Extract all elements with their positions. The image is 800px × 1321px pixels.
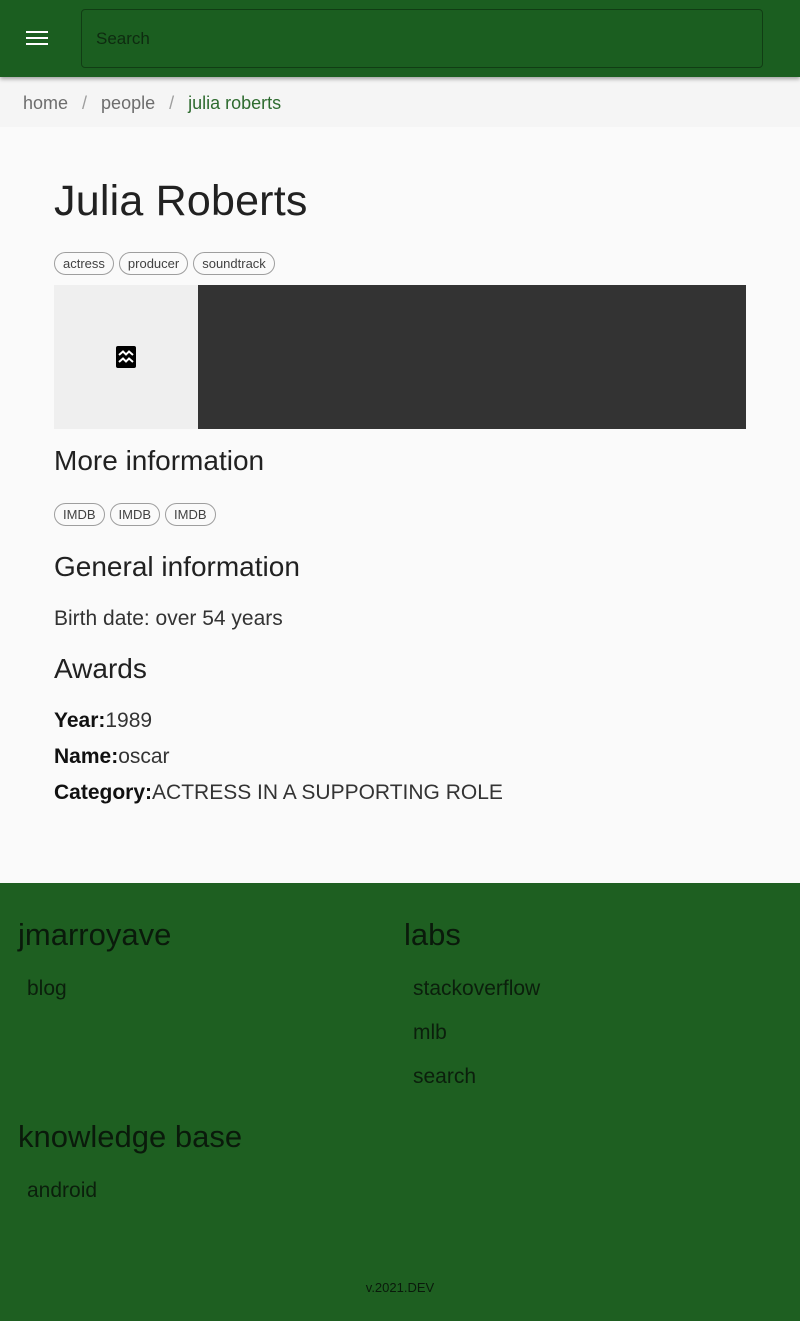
awards-heading: Awards [54,653,147,684]
page-title: Julia Roberts [54,177,308,225]
footer-heading-labs: labs [404,917,461,952]
breadcrumb-separator: / [169,93,175,113]
general-info-heading: General information [54,551,300,582]
award-year: Year:1989 [54,709,152,733]
broken-image-icon [116,346,136,368]
award-category-label: Category: [54,781,153,804]
award-category: Category:ACTRESS IN A SUPPORTING ROLE [54,781,503,805]
role-chips: actress producer soundtrack [54,252,275,275]
birth-date: Birth date: over 54 years [54,607,283,630]
footer-heading-jmarroyave: jmarroyave [18,917,172,952]
award-name: Name:oscar [54,745,170,769]
award-year-label: Year: [54,709,106,732]
breadcrumb: home / people / julia roberts [23,93,281,114]
breadcrumb-home[interactable]: home [23,93,68,114]
imdb-link[interactable]: IMDB [109,503,160,526]
award-category-value: ACTRESS IN A SUPPORTING ROLE [152,781,503,804]
breadcrumb-current: julia roberts [188,93,282,113]
search-input[interactable] [82,10,762,67]
top-app-bar [0,0,800,77]
search-field[interactable] [81,9,763,68]
footer-link-android[interactable]: android [27,1179,97,1203]
breadcrumb-people[interactable]: people [101,93,155,114]
footer-heading-knowledge-base: knowledge base [18,1119,243,1154]
chip-actress[interactable]: actress [54,252,114,275]
award-name-label: Name: [54,745,119,768]
chip-producer[interactable]: producer [118,252,189,275]
breadcrumb-separator: / [82,93,88,113]
media-banner [54,285,746,429]
imdb-link[interactable]: IMDB [165,503,216,526]
footer-link-stackoverflow[interactable]: stackoverflow [413,977,540,1001]
chip-soundtrack[interactable]: soundtrack [193,252,275,275]
footer-link-blog[interactable]: blog [27,977,67,1001]
person-photo [54,285,198,429]
award-name-value: oscar [118,745,170,768]
footer-link-mlb[interactable]: mlb [413,1021,447,1045]
external-links: IMDB IMDB IMDB [54,503,216,526]
version-label: v.2021.DEV [365,1280,435,1295]
more-info-heading: More information [54,445,265,476]
footer-link-search[interactable]: search [413,1065,476,1089]
menu-icon[interactable] [22,26,54,52]
award-year-value: 1989 [105,709,153,732]
imdb-link[interactable]: IMDB [54,503,105,526]
